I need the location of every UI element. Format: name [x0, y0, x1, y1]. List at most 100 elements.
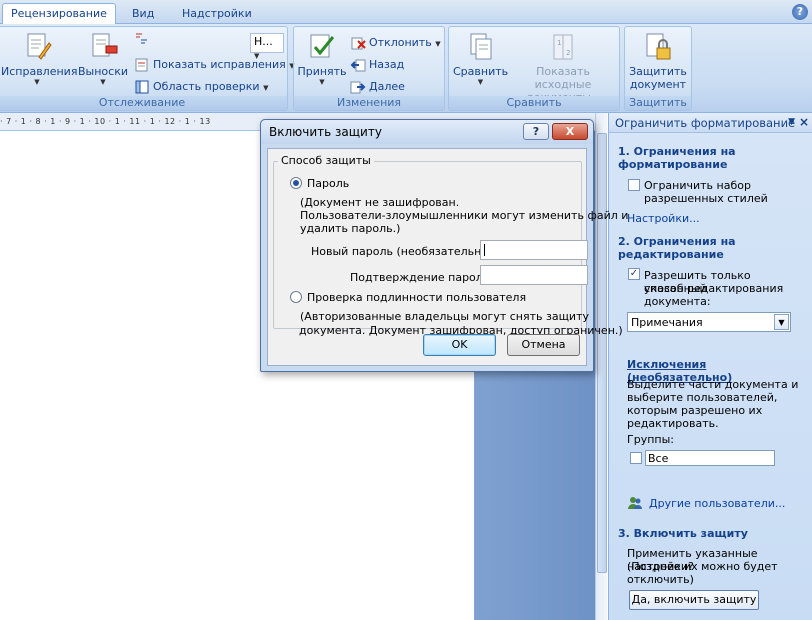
group-all-field[interactable]: Все: [645, 450, 775, 466]
reviewing-pane-button[interactable]: Область проверки ▼: [134, 79, 268, 95]
settings-link[interactable]: Настройки...: [627, 212, 700, 225]
allow-editing-checkbox[interactable]: ✓: [628, 268, 640, 280]
dialog-title: Включить защиту: [269, 125, 382, 139]
chevron-down-icon: ▼: [100, 78, 106, 86]
compare-label: Сравнить: [453, 65, 509, 78]
dialog-close-button[interactable]: X: [552, 123, 588, 140]
vertical-scrollbar[interactable]: [595, 113, 607, 620]
lock-icon: [642, 31, 674, 63]
group-all-checkbox[interactable]: [630, 452, 642, 464]
display-for-review-combo[interactable]: Н... ▼: [250, 33, 284, 60]
previous-change-button[interactable]: Назад: [350, 57, 404, 73]
chevron-down-icon[interactable]: ▼: [774, 314, 789, 330]
groups-label: Группы:: [627, 433, 674, 446]
new-password-label: Новый пароль (необязательно):: [311, 245, 497, 258]
compare-button[interactable]: Сравнить ▼: [453, 31, 508, 86]
exceptions-desc-line3: которым разрешено их: [627, 404, 763, 417]
editing-type-select[interactable]: Примечания ▼: [627, 312, 791, 332]
chevron-down-icon: ▼: [435, 40, 441, 48]
balloons-button[interactable]: Выноски ▼: [77, 31, 129, 86]
tab-review[interactable]: Рецензирование: [2, 3, 116, 25]
chevron-down-icon[interactable]: ▼: [788, 117, 795, 127]
show-source-icon: 12: [547, 31, 579, 63]
start-enforcing-protection-dialog: Включить защиту ? X Способ защиты Пароль…: [260, 119, 628, 372]
compare-markup-icon-button[interactable]: [133, 31, 152, 47]
show-source-label-line1: Показать исходные: [534, 65, 592, 91]
ruler-marks: · 7 · 1 · 8 · 1 · 9 · 1 · 10 · 1 · 11 · …: [0, 117, 211, 126]
auth-desc-line1: (Авторизованные владельцы могут снять за…: [300, 310, 589, 323]
cancel-button[interactable]: Отмена: [507, 334, 580, 356]
allow-editing-label-line2: способ редактирования: [644, 282, 784, 295]
display-combo-value: Н...: [254, 35, 273, 48]
section1-title-line2: форматирование: [618, 158, 728, 171]
compare-icon: [465, 31, 497, 63]
users-icon: [628, 496, 642, 513]
confirm-password-input[interactable]: [480, 265, 588, 285]
markup-icon: [133, 31, 149, 47]
section2-title-line2: редактирование: [618, 248, 724, 261]
protect-label-line1: Защитить: [629, 65, 687, 78]
group-changes: Принять ▼ Отклонить ▼ Назад Далее Измене…: [293, 26, 445, 111]
ok-button[interactable]: OK: [423, 334, 496, 356]
allow-editing-label-line3: документа:: [644, 295, 711, 308]
scrollbar-thumb[interactable]: [597, 133, 607, 573]
reject-label: Отклонить: [369, 36, 432, 49]
tab-addins[interactable]: Надстройки: [174, 4, 260, 25]
section2-title-line1: 2. Ограничения на: [618, 235, 736, 248]
text-cursor: [484, 244, 485, 256]
chevron-down-icon: ▼: [263, 84, 269, 92]
group-tracking: Исправления ▼ Выноски ▼ Н... ▼ Показать …: [0, 26, 295, 111]
new-password-input[interactable]: [480, 240, 588, 260]
exceptions-desc-line1: Выделите части документа и: [627, 378, 799, 391]
enable-protection-button[interactable]: Да, включить защиту: [629, 590, 759, 610]
password-desc-line2: Пользователи-злоумышленники могут измени…: [300, 209, 629, 222]
password-radio[interactable]: [290, 177, 302, 189]
accept-button[interactable]: Принять ▼: [297, 31, 347, 86]
next-label: Далее: [369, 80, 405, 93]
chevron-down-icon: ▼: [477, 78, 484, 86]
group-compare-label: Сравнить: [449, 96, 619, 110]
editing-type-value: Примечания: [631, 316, 703, 329]
next-change-button[interactable]: Далее: [350, 79, 405, 95]
group-tracking-label: Отслеживание: [0, 96, 287, 110]
exceptions-desc-line4: редактировать.: [627, 417, 719, 430]
reject-icon: [350, 35, 366, 51]
password-desc-line1: (Документ не зашифрован.: [300, 196, 460, 209]
ribbon: Исправления ▼ Выноски ▼ Н... ▼ Показать …: [0, 24, 812, 113]
section3-title: 3. Включить защиту: [618, 527, 748, 540]
other-users-link[interactable]: Другие пользователи...: [649, 497, 785, 510]
reviewing-pane-icon: [134, 79, 150, 95]
track-changes-label: Исправления: [1, 65, 78, 78]
accept-icon: [306, 31, 338, 63]
ribbon-tab-bar: Рецензирование Вид Надстройки ?: [0, 0, 812, 25]
track-changes-button[interactable]: Исправления ▼: [1, 31, 78, 86]
confirm-password-label: Подтверждение пароля:: [350, 271, 494, 284]
restrict-formatting-pane: Ограничить форматирование ▼ × 1. Огранич…: [608, 113, 812, 620]
accept-label: Принять: [297, 65, 347, 78]
next-icon: [350, 79, 366, 95]
user-authentication-label[interactable]: Проверка подлинности пользователя: [307, 291, 526, 304]
show-source-documents-button[interactable]: 12 Показать исходные документы ▼: [509, 31, 617, 104]
group-compare: Сравнить ▼ 12 Показать исходные документ…: [448, 26, 620, 111]
help-icon[interactable]: ?: [792, 4, 808, 20]
group-protect-label: Защитить: [625, 96, 691, 110]
track-changes-icon: [21, 31, 53, 63]
restrict-styles-checkbox[interactable]: [628, 179, 640, 191]
show-markup-button[interactable]: Показать исправления ▼: [134, 57, 295, 73]
password-radio-label[interactable]: Пароль: [307, 177, 349, 190]
chevron-down-icon: ▼: [319, 78, 325, 86]
restrict-styles-label-line1: Ограничить набор: [644, 179, 751, 192]
tab-view[interactable]: Вид: [124, 4, 162, 25]
close-icon[interactable]: ×: [799, 115, 809, 129]
previous-icon: [350, 57, 366, 73]
group-protect: Защитить документ ▼ Защитить: [624, 26, 692, 111]
protect-document-button[interactable]: Защитить документ ▼: [627, 31, 689, 104]
reviewing-pane-label: Область проверки: [153, 80, 260, 93]
dialog-help-button[interactable]: ?: [523, 123, 549, 140]
previous-label: Назад: [369, 58, 405, 71]
show-markup-icon: [134, 57, 150, 73]
reject-button[interactable]: Отклонить ▼: [350, 35, 441, 51]
balloons-label: Выноски: [78, 65, 128, 78]
user-authentication-radio[interactable]: [290, 291, 302, 303]
dialog-body: Способ защиты Пароль (Документ не зашифр…: [267, 148, 628, 366]
